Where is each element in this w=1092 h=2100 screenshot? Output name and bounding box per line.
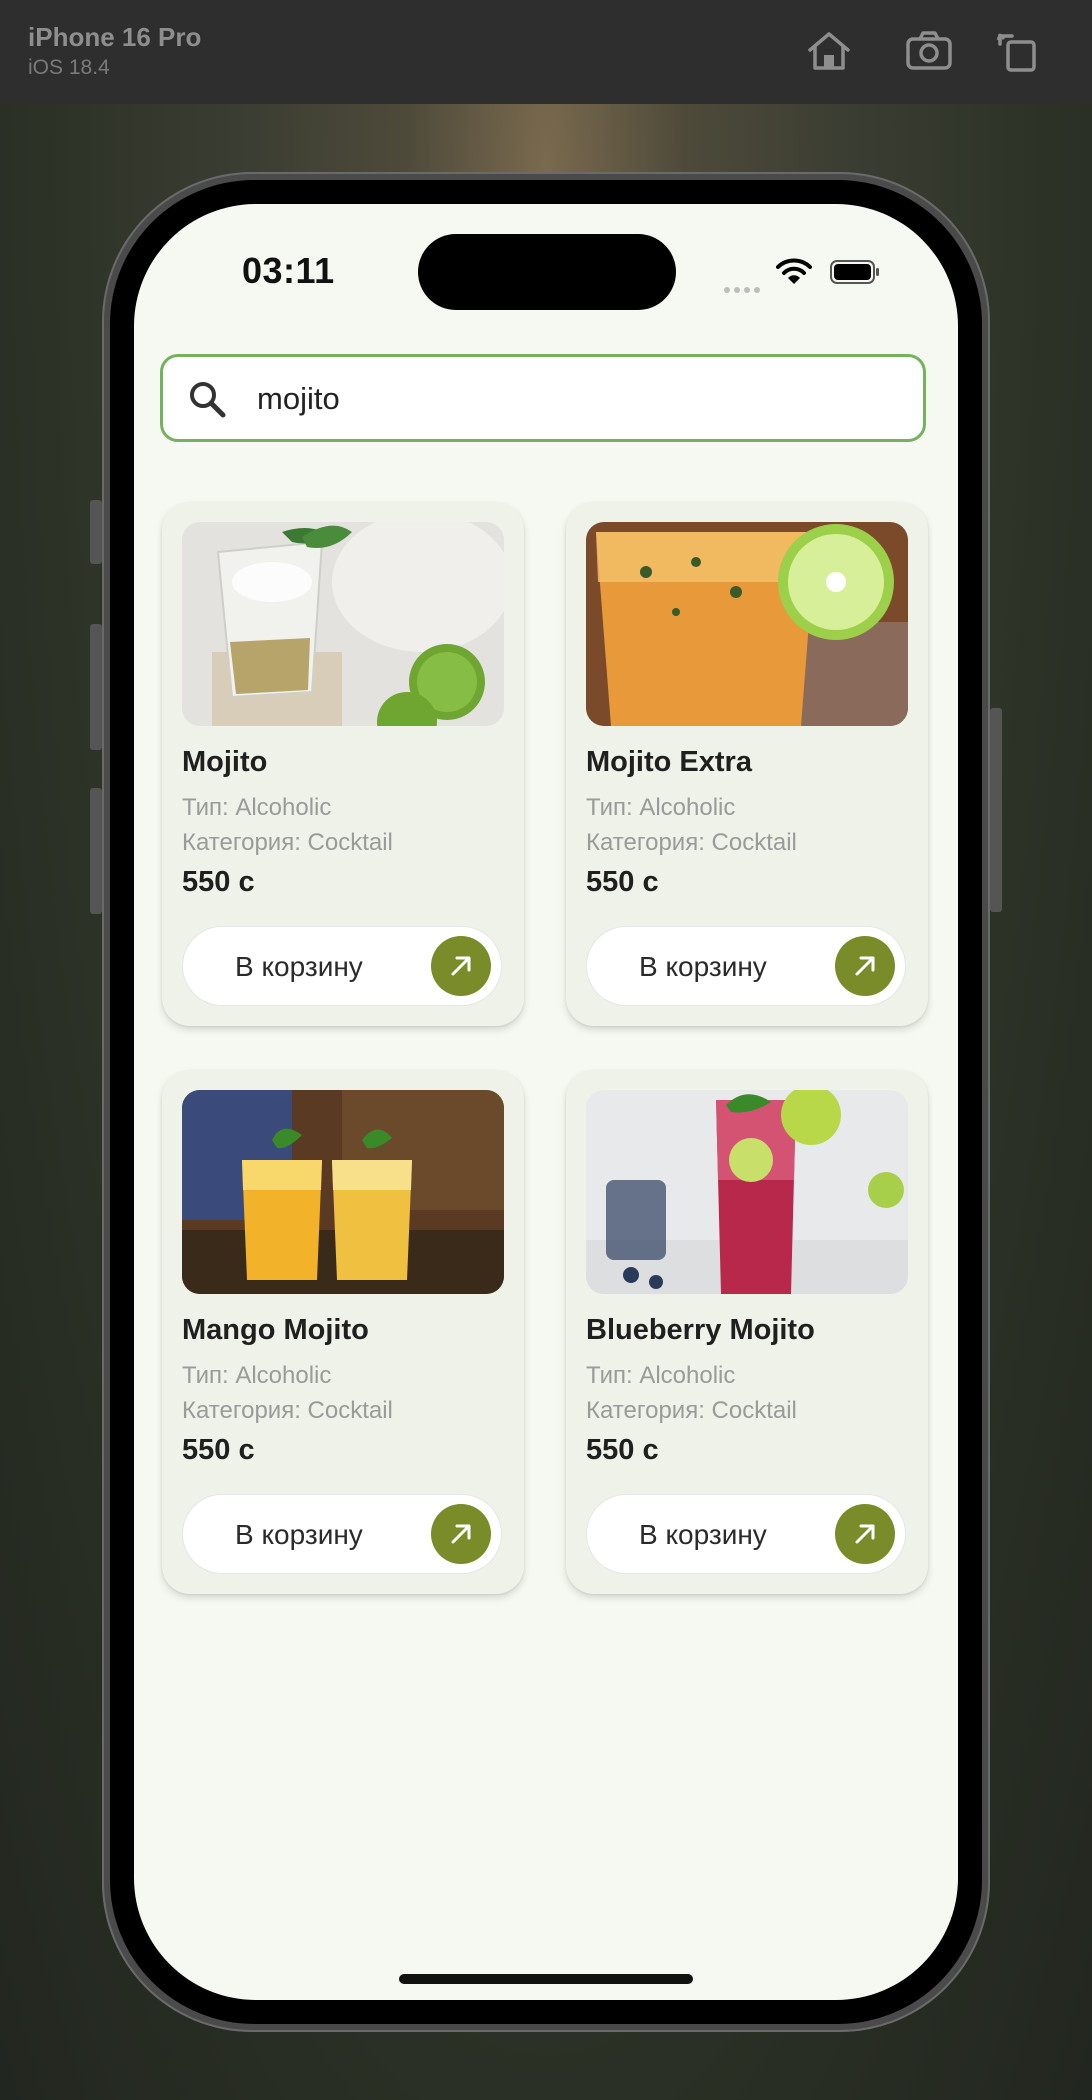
add-to-cart-button[interactable]: В корзину bbox=[182, 1494, 502, 1574]
rotate-icon[interactable] bbox=[992, 26, 1046, 76]
cellular-signal-icon bbox=[724, 280, 764, 298]
dynamic-island bbox=[418, 234, 676, 310]
arrow-up-right-icon bbox=[835, 1504, 895, 1564]
product-card[interactable]: Mango Mojito Тип: Alcoholic Категория: C… bbox=[162, 1070, 524, 1594]
wifi-icon bbox=[776, 256, 812, 286]
product-name: Mango Mojito bbox=[182, 1314, 369, 1346]
product-type: Тип: Alcoholic bbox=[586, 1362, 736, 1389]
volume-down-button bbox=[90, 788, 102, 914]
product-category: Категория: Cocktail bbox=[586, 829, 797, 856]
add-to-cart-label: В корзину bbox=[639, 951, 767, 982]
product-category: Категория: Cocktail bbox=[586, 1397, 797, 1424]
product-name: Mojito Extra bbox=[586, 746, 752, 778]
home-indicator[interactable] bbox=[399, 1974, 693, 1984]
product-image bbox=[182, 1090, 504, 1294]
phone-screen: 03:11 mojito Mojito Тип: Alcoholic Катег… bbox=[134, 204, 958, 2000]
add-to-cart-button[interactable]: В корзину bbox=[586, 926, 906, 1006]
device-name: iPhone 16 Pro bbox=[28, 22, 202, 52]
search-bar[interactable] bbox=[160, 354, 926, 442]
product-image bbox=[586, 1090, 908, 1294]
product-price: 550 с bbox=[182, 866, 255, 898]
product-type: Тип: Alcoholic bbox=[182, 1362, 332, 1389]
arrow-up-right-icon bbox=[431, 936, 491, 996]
product-name: Blueberry Mojito bbox=[586, 1314, 815, 1346]
battery-icon bbox=[830, 260, 880, 284]
product-price: 550 с bbox=[586, 1434, 659, 1466]
search-icon bbox=[187, 379, 227, 419]
add-to-cart-label: В корзину bbox=[235, 1519, 363, 1550]
add-to-cart-label: В корзину bbox=[235, 951, 363, 982]
product-image bbox=[182, 522, 504, 726]
home-icon[interactable] bbox=[802, 26, 856, 76]
product-price: 550 с bbox=[586, 866, 659, 898]
product-category: Категория: Cocktail bbox=[182, 829, 393, 856]
add-to-cart-label: В корзину bbox=[639, 1519, 767, 1550]
product-card[interactable]: Mojito Extra Тип: Alcoholic Категория: C… bbox=[566, 502, 928, 1026]
product-type: Тип: Alcoholic bbox=[586, 794, 736, 821]
action-button bbox=[90, 500, 102, 564]
add-to-cart-button[interactable]: В корзину bbox=[586, 1494, 906, 1574]
product-name: Mojito bbox=[182, 746, 268, 778]
product-card[interactable]: Blueberry Mojito Тип: Alcoholic Категори… bbox=[566, 1070, 928, 1594]
product-category: Категория: Cocktail bbox=[182, 1397, 393, 1424]
product-card[interactable]: Mojito Тип: Alcoholic Категория: Cocktai… bbox=[162, 502, 524, 1026]
arrow-up-right-icon bbox=[431, 1504, 491, 1564]
search-input[interactable] bbox=[257, 371, 857, 427]
volume-up-button bbox=[90, 624, 102, 750]
product-image bbox=[586, 522, 908, 726]
simulator-toolbar: iPhone 16 Pro iOS 18.4 bbox=[0, 0, 1092, 104]
product-price: 550 с bbox=[182, 1434, 255, 1466]
product-type: Тип: Alcoholic bbox=[182, 794, 332, 821]
power-button bbox=[990, 708, 1002, 912]
os-version: iOS 18.4 bbox=[28, 56, 110, 79]
add-to-cart-button[interactable]: В корзину bbox=[182, 926, 502, 1006]
screenshot-icon[interactable] bbox=[902, 26, 956, 76]
status-time: 03:11 bbox=[242, 250, 335, 291]
arrow-up-right-icon bbox=[835, 936, 895, 996]
